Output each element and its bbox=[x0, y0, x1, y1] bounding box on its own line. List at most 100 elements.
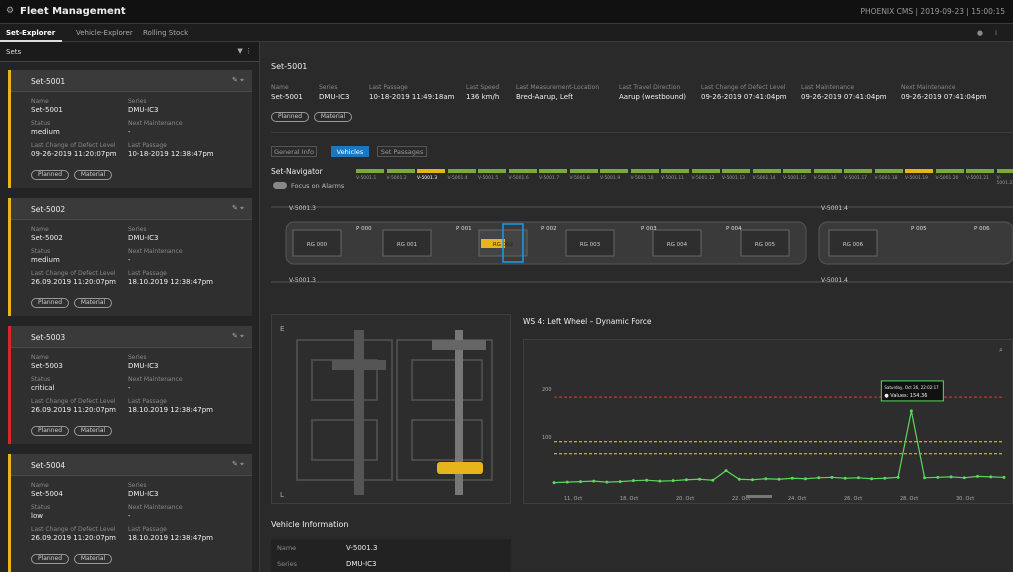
pin-icon[interactable]: ✎ ⌖ bbox=[232, 204, 244, 213]
material-button[interactable]: Material bbox=[314, 112, 352, 122]
data-point[interactable] bbox=[671, 479, 675, 483]
vehicle-segment[interactable] bbox=[508, 169, 537, 173]
vehicle-segment[interactable] bbox=[844, 169, 872, 173]
data-point[interactable] bbox=[962, 476, 966, 480]
pin-icon[interactable]: ✎ ⌖ bbox=[232, 76, 244, 85]
vehicle-label[interactable]: V-5001.12 bbox=[692, 176, 715, 181]
material-button[interactable]: Material bbox=[74, 170, 112, 180]
vehicle-segment[interactable] bbox=[447, 169, 476, 173]
tab-vehicle-explorer[interactable]: Vehicle-Explorer bbox=[76, 29, 133, 37]
data-point[interactable] bbox=[923, 476, 927, 480]
data-point[interactable] bbox=[803, 477, 807, 481]
vehicle-segment[interactable] bbox=[417, 169, 445, 173]
data-point[interactable] bbox=[751, 478, 755, 482]
material-button[interactable]: Material bbox=[74, 426, 112, 436]
data-point[interactable] bbox=[645, 478, 649, 482]
data-point[interactable] bbox=[578, 480, 582, 484]
data-point[interactable] bbox=[896, 475, 900, 479]
vehicle-segment[interactable] bbox=[539, 169, 567, 173]
vehicle-label[interactable]: V-5001.13 bbox=[722, 176, 745, 181]
vehicle-label[interactable]: V-5001.9 bbox=[600, 176, 620, 181]
data-point[interactable] bbox=[565, 480, 569, 484]
pin-icon[interactable]: ✎ ⌖ bbox=[232, 460, 244, 469]
tab-general-info[interactable]: General Info bbox=[271, 146, 317, 157]
data-point[interactable] bbox=[658, 479, 662, 483]
vehicle-label[interactable]: V-5001.2 bbox=[387, 176, 407, 181]
vehicle-segment[interactable] bbox=[356, 169, 384, 173]
data-point[interactable] bbox=[989, 475, 993, 479]
data-point[interactable] bbox=[605, 480, 609, 484]
data-point[interactable] bbox=[552, 481, 556, 485]
data-point[interactable] bbox=[909, 409, 913, 413]
zoom-icon[interactable]: ⌕ bbox=[999, 346, 1003, 354]
set-card[interactable]: Set-5001 ✎ ⌖ Name Set-5001 Series DMU-IC3… bbox=[8, 70, 252, 188]
planned-button[interactable]: Planned bbox=[31, 298, 69, 308]
data-point[interactable] bbox=[843, 476, 847, 480]
set-card[interactable]: Set-5004 ✎ ⌖ Name Set-5004 Series DMU-IC3… bbox=[8, 454, 252, 572]
tab-set-explorer[interactable]: Set-Explorer bbox=[6, 29, 55, 37]
vehicle-segment[interactable] bbox=[600, 169, 628, 173]
data-point[interactable] bbox=[724, 469, 728, 473]
set-card[interactable]: Set-5002 ✎ ⌖ Name Set-5002 Series DMU-IC3… bbox=[8, 198, 252, 316]
data-point[interactable] bbox=[870, 477, 874, 481]
vehicle-label[interactable]: V-5001.5 bbox=[478, 176, 498, 181]
planned-button[interactable]: Planned bbox=[31, 426, 69, 436]
vehicle-label[interactable]: V-5001.17 bbox=[844, 176, 867, 181]
vehicle-label[interactable]: V-5001.15 bbox=[783, 176, 806, 181]
data-point[interactable] bbox=[1002, 475, 1006, 479]
data-point[interactable] bbox=[817, 476, 821, 480]
data-point[interactable] bbox=[830, 475, 834, 479]
vehicle-segment[interactable] bbox=[630, 169, 659, 173]
vehicle-label[interactable]: V-5001.22 bbox=[997, 176, 1013, 186]
focus-toggle[interactable] bbox=[273, 182, 287, 189]
data-point[interactable] bbox=[936, 475, 940, 479]
data-point[interactable] bbox=[856, 476, 860, 480]
data-point[interactable] bbox=[631, 479, 635, 483]
data-point[interactable] bbox=[949, 475, 953, 479]
pin-icon[interactable]: ✎ ⌖ bbox=[232, 332, 244, 341]
vehicle-segment[interactable] bbox=[661, 169, 689, 173]
vehicle-segment[interactable] bbox=[691, 169, 720, 173]
data-point[interactable] bbox=[737, 477, 741, 481]
vehicle-label[interactable]: V-5001.6 bbox=[509, 176, 529, 181]
vehicle-segment[interactable] bbox=[478, 169, 506, 173]
planned-button[interactable]: Planned bbox=[31, 554, 69, 564]
tab-vehicles[interactable]: Vehicles bbox=[331, 146, 369, 157]
vehicle-segment[interactable] bbox=[935, 169, 964, 173]
vehicle-segment[interactable] bbox=[783, 169, 811, 173]
vehicle-label[interactable]: V-5001.1 bbox=[356, 176, 376, 181]
info-icon[interactable]: i bbox=[995, 29, 997, 37]
data-point[interactable] bbox=[790, 476, 794, 480]
data-point[interactable] bbox=[711, 478, 715, 482]
planned-button[interactable]: Planned bbox=[271, 112, 309, 122]
data-point[interactable] bbox=[764, 477, 768, 481]
data-point[interactable] bbox=[592, 479, 596, 483]
vehicle-label[interactable]: V-5001.16 bbox=[814, 176, 837, 181]
vehicle-label[interactable]: V-5001.21 bbox=[966, 176, 989, 181]
vehicle-segment[interactable] bbox=[874, 169, 903, 173]
filter-icon[interactable]: ▼ ⋮ bbox=[237, 47, 252, 55]
vehicle-segment[interactable] bbox=[996, 169, 1013, 173]
data-point[interactable] bbox=[618, 480, 622, 484]
vehicle-segment[interactable] bbox=[386, 169, 415, 173]
data-point[interactable] bbox=[684, 478, 688, 482]
vehicle-label[interactable]: V-5001.18 bbox=[875, 176, 898, 181]
material-button[interactable]: Material bbox=[74, 554, 112, 564]
chart-scroll-handle[interactable] bbox=[746, 495, 772, 498]
vehicle-segment[interactable] bbox=[905, 169, 933, 173]
vehicle-label[interactable]: V-5001.7 bbox=[539, 176, 559, 181]
tab-rolling-stock[interactable]: Rolling Stock bbox=[143, 29, 188, 37]
vehicle-label[interactable]: V-5001.4 bbox=[448, 176, 468, 181]
set-card[interactable]: Set-5003 ✎ ⌖ Name Set-5003 Series DMU-IC3… bbox=[8, 326, 252, 444]
material-button[interactable]: Material bbox=[74, 298, 112, 308]
vehicle-label[interactable]: V-5001.19 bbox=[905, 176, 928, 181]
vehicle-segment[interactable] bbox=[813, 169, 842, 173]
vehicle-label[interactable]: V-5001.10 bbox=[631, 176, 654, 181]
data-point[interactable] bbox=[698, 477, 702, 481]
vehicle-label[interactable]: V-5001.11 bbox=[661, 176, 684, 181]
vehicle-label[interactable]: V-5001.14 bbox=[753, 176, 776, 181]
vehicle-label[interactable]: V-5001.20 bbox=[936, 176, 959, 181]
vehicle-segment[interactable] bbox=[752, 169, 781, 173]
vehicle-segment[interactable] bbox=[722, 169, 750, 173]
vehicle-label[interactable]: V-5001.3 bbox=[417, 176, 437, 181]
